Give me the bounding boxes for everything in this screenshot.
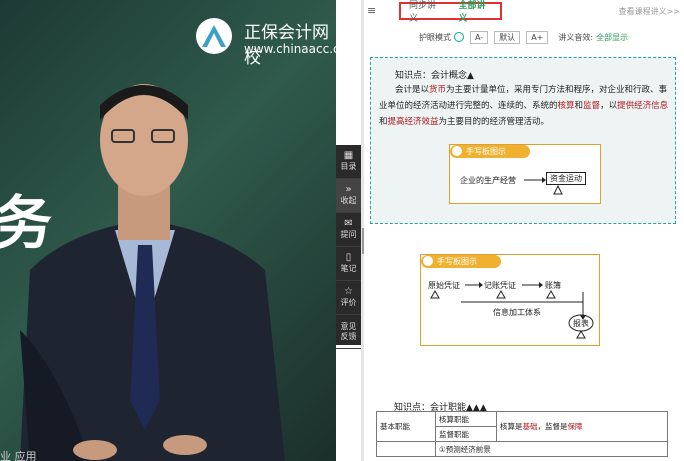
sidebar-item-review[interactable]: ☆ 评价 — [336, 281, 361, 315]
sidebar-item-label: 目录 — [340, 162, 357, 171]
tab-sync-notes[interactable]: 同步讲义 — [401, 0, 451, 24]
diagram-node: 企业的生产经营 — [460, 176, 516, 185]
body-part: 和 — [379, 117, 388, 127]
sidebar-item-question[interactable]: ✉ 提问 — [336, 213, 361, 247]
body-highlight: 货币 — [429, 85, 447, 95]
sidebar-item-collapse[interactable]: » 收起 — [336, 179, 361, 213]
knowledge-point-box: 知识点：会计概念▲ 会计是以货币为主要计量单位，采用专门方法和程序，对企业和行政… — [370, 57, 676, 224]
table-cell: 核算是基础，监督是保障 — [496, 411, 668, 442]
brand-url: www.chinaacc.com — [244, 42, 336, 56]
body-part: 和 — [574, 101, 584, 111]
sidebar-item-feedback[interactable]: 意见反馈 — [336, 315, 361, 349]
sidebar-item-notes[interactable]: ▯ 笔记 — [336, 247, 361, 281]
body-highlight: 提高经济效益 — [387, 117, 439, 127]
subtitle-text: 业 应用 — [0, 450, 37, 461]
sidebar-item-label: 意见反馈 — [340, 321, 357, 341]
reading-controls: 护眼模式 A- 默认 A+ 讲义音效: 全部显示 — [364, 30, 684, 44]
review-icon: ☆ — [344, 286, 353, 297]
arrow-right-icon — [524, 177, 546, 183]
table-cell: 核算职能 — [435, 411, 497, 427]
eye-mode-toggle[interactable] — [454, 32, 464, 42]
notes-topbar: ≡ 同步讲义 全部讲义 查看课程讲义>> — [364, 0, 684, 24]
knowledge-point-title: 知识点：会计概念▲ — [395, 71, 474, 81]
note-icon: ▯ — [345, 252, 352, 263]
table-cell — [376, 441, 436, 457]
table-cell: 监督职能 — [435, 426, 497, 442]
voice-select[interactable]: 全部显示 — [596, 32, 628, 43]
body-part: ，以 — [600, 101, 618, 111]
question-icon: ✉ — [344, 218, 353, 229]
tab-all-notes[interactable]: 全部讲义 — [451, 0, 501, 24]
collapse-icon: » — [345, 184, 352, 195]
handwriting-title: 手写板图示 — [450, 145, 530, 158]
table-cell: 基本职能 — [376, 411, 436, 442]
grid-icon: ▦ — [343, 150, 354, 161]
pen-icon — [452, 146, 462, 156]
table-row: 基本职能 核算职能 核算是基础，监督是保障 — [376, 411, 668, 442]
font-larger-button[interactable]: A+ — [526, 30, 549, 44]
knowledge-point-body: 会计是以货币为主要计量单位，采用专门方法和程序，对企业和行政、事业单位的经济活动… — [379, 82, 669, 130]
school-logo — [196, 18, 232, 54]
font-default-button[interactable]: 默认 — [494, 30, 521, 44]
body-part: 为主要目的的经济管理活动。 — [438, 117, 550, 127]
body-highlight: 监督 — [583, 101, 601, 111]
handwriting-diagram-2: 手写板图示 原始凭证 记账凭证 账簿 信息加工体系 报表 — [420, 254, 600, 346]
table-cell: ①预测经济前景 — [435, 441, 668, 457]
body-part: 会计是以 — [395, 85, 430, 95]
voice-label: 讲义音效: — [558, 32, 594, 42]
sidebar-item-catalog[interactable]: ▦ 目录 — [336, 145, 361, 179]
sidebar-item-label: 评价 — [340, 298, 357, 307]
function-table: 基本职能 核算职能 核算是基础，监督是保障 监督职能 ①预测经济前景 — [376, 411, 668, 457]
eye-mode-label: 护眼模式 — [419, 32, 451, 42]
font-smaller-button[interactable]: A- — [470, 30, 489, 44]
flow-arrows — [430, 282, 594, 339]
body-highlight: 提供经济信息 — [617, 101, 669, 111]
view-course-notes-link[interactable]: 查看课程讲义>> — [619, 6, 680, 17]
diagram-node-boxed: 资金运动 — [546, 172, 586, 185]
handwriting-diagram: 手写板图示 企业的生产经营 资金运动 — [449, 144, 601, 204]
lecturer-figure — [20, 84, 285, 461]
video-player[interactable]: 正保会计网校 www.chinaacc.com 务 业 应用 — [0, 0, 336, 461]
player-sidebar: ▦ 目录 » 收起 ✉ 提问 ▯ 笔记 ☆ 评价 意见反馈 — [336, 145, 361, 349]
logo-triangle-icon — [202, 25, 226, 47]
triangle-mark-icon — [553, 185, 563, 195]
menu-icon[interactable]: ≡ — [367, 4, 376, 17]
sidebar-item-label: 收起 — [340, 196, 357, 205]
sidebar-item-label: 笔记 — [340, 264, 357, 273]
notes-tabs: 同步讲义 全部讲义 — [399, 1, 502, 24]
sidebar-item-label: 提问 — [340, 230, 357, 239]
body-highlight: 核算 — [557, 101, 575, 111]
lecture-notes-panel: ≡ 同步讲义 全部讲义 查看课程讲义>> 护眼模式 A- 默认 A+ 讲义音效:… — [364, 0, 684, 461]
table-row: ①预测经济前景 — [376, 441, 668, 457]
